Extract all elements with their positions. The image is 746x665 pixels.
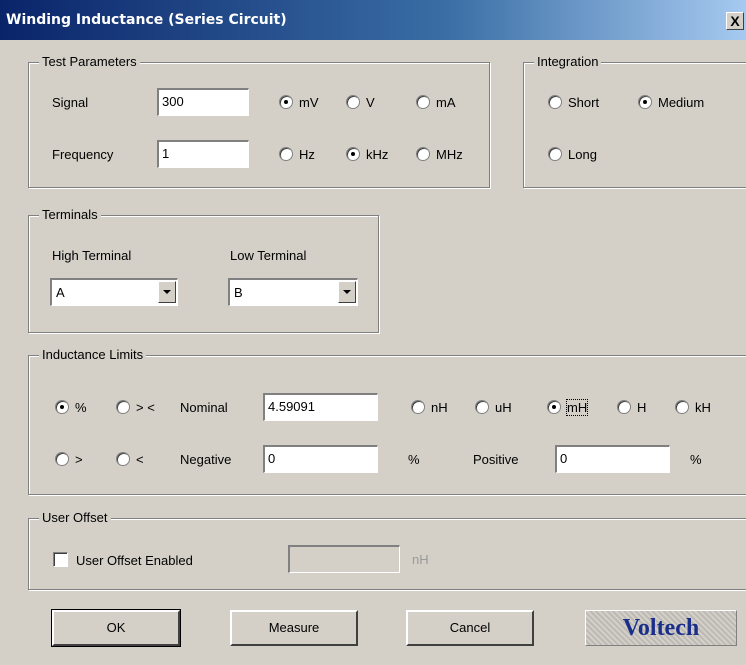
unit-uh-radio[interactable]: uH — [475, 400, 512, 415]
limit-mode-range-radio[interactable]: > < — [116, 400, 155, 415]
nominal-input[interactable]: 4.59091 — [263, 393, 378, 421]
positive-label: Positive — [473, 452, 519, 467]
signal-unit-v-radio[interactable]: V — [346, 95, 375, 110]
negative-unit: % — [408, 452, 420, 467]
inductance-limits-group: Inductance Limits — [28, 347, 746, 495]
cancel-button[interactable]: Cancel — [406, 610, 534, 646]
negative-label: Negative — [180, 452, 232, 467]
low-terminal-select[interactable]: B — [228, 278, 358, 306]
user-offset-input[interactable] — [288, 545, 400, 573]
positive-input[interactable]: 0 — [555, 445, 670, 473]
freq-unit-hz-radio[interactable]: Hz — [279, 147, 315, 162]
integration-medium-radio[interactable]: Medium — [638, 95, 704, 110]
unit-mh-radio[interactable]: mH — [547, 399, 589, 416]
unit-h-radio[interactable]: H — [617, 400, 646, 415]
negative-input[interactable]: 0 — [263, 445, 378, 473]
user-offset-checkbox[interactable]: User Offset Enabled — [53, 552, 193, 568]
integration-long-radio[interactable]: Long — [548, 147, 597, 162]
low-terminal-value: B — [234, 285, 243, 300]
test-parameters-legend: Test Parameters — [39, 54, 140, 69]
freq-unit-khz-radio[interactable]: kHz — [346, 147, 388, 162]
signal-input[interactable]: 300 — [157, 88, 249, 116]
dialog-window: Winding Inductance (Series Circuit) X Te… — [0, 0, 746, 665]
close-button[interactable]: X — [726, 12, 744, 30]
limit-mode-less-radio[interactable]: < — [116, 452, 144, 467]
unit-kh-radio[interactable]: kH — [675, 400, 711, 415]
nominal-label: Nominal — [180, 400, 228, 415]
terminals-legend: Terminals — [39, 207, 101, 222]
voltech-logo: Voltech — [585, 610, 737, 646]
window-title: Winding Inductance (Series Circuit) — [6, 12, 287, 28]
low-terminal-label: Low Terminal — [230, 248, 307, 263]
measure-button[interactable]: Measure — [230, 610, 358, 646]
limit-mode-percent-radio[interactable]: % — [55, 400, 87, 415]
signal-label: Signal — [52, 95, 89, 110]
ok-button[interactable]: OK — [51, 609, 181, 647]
freq-unit-mhz-radio[interactable]: MHz — [416, 147, 463, 162]
chevron-down-icon[interactable] — [338, 281, 356, 303]
chevron-down-icon[interactable] — [158, 281, 176, 303]
frequency-label: Frequency — [52, 147, 114, 162]
unit-nh-radio[interactable]: nH — [411, 400, 448, 415]
integration-short-radio[interactable]: Short — [548, 95, 599, 110]
signal-unit-ma-radio[interactable]: mA — [416, 95, 456, 110]
test-parameters-group: Test Parameters — [28, 54, 490, 188]
high-terminal-label: High Terminal — [52, 248, 132, 263]
title-bar[interactable]: Winding Inductance (Series Circuit) X — [0, 0, 746, 40]
positive-unit: % — [690, 452, 702, 467]
signal-unit-mv-radio[interactable]: mV — [279, 95, 319, 110]
integration-legend: Integration — [534, 54, 602, 69]
user-offset-unit: nH — [412, 552, 429, 567]
high-terminal-value: A — [56, 285, 65, 300]
integration-group: Integration — [523, 54, 746, 188]
high-terminal-select[interactable]: A — [50, 278, 178, 306]
frequency-input[interactable]: 1 — [157, 140, 249, 168]
terminals-group: Terminals — [28, 207, 379, 333]
inductance-limits-legend: Inductance Limits — [39, 347, 147, 362]
user-offset-legend: User Offset — [39, 510, 111, 525]
limit-mode-greater-radio[interactable]: > — [55, 452, 83, 467]
